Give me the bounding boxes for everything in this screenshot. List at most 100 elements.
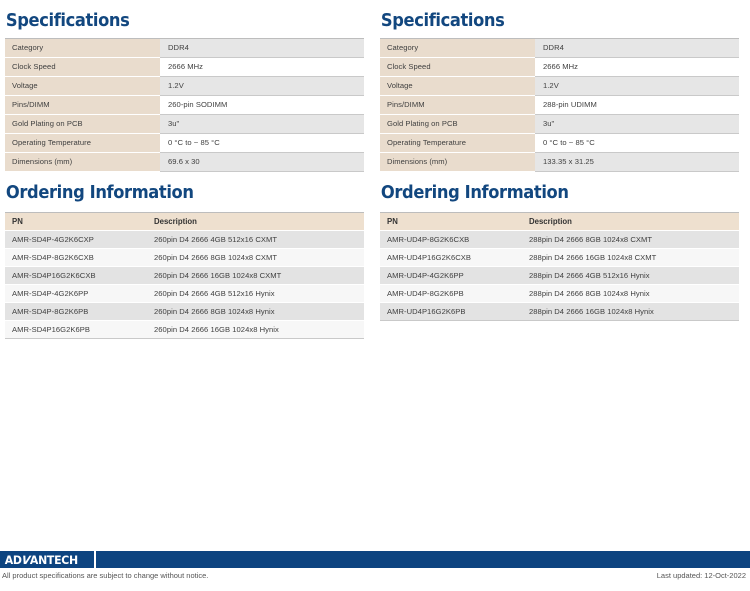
advantech-logo: ADVANTECH (0, 551, 96, 568)
spec-value: DDR4 (160, 37, 364, 58)
table-row: Gold Plating on PCB 3u" (5, 113, 364, 134)
spec-label: Pins/DIMM (5, 94, 160, 115)
datasheet-page: Specifications Category DDR4 Clock Speed… (0, 0, 750, 591)
column-header-pn: PN (5, 211, 147, 231)
part-number: AMR-UD4P16G2K6CXB (380, 248, 522, 267)
part-description: 288pin D4 2666 4GB 512x16 Hynix (522, 266, 739, 285)
spec-value: 0 °C to ~ 85 °C (160, 132, 364, 153)
table-row: Category DDR4 (5, 37, 364, 58)
table-row: AMR-UD4P-8G2K6CXB 288pin D4 2666 8GB 102… (380, 230, 739, 249)
column-header-pn: PN (380, 211, 522, 231)
logo-text-part2: ANTECH (29, 552, 78, 567)
spec-value: 260-pin SODIMM (160, 94, 364, 115)
table-header-row: PN Description (380, 211, 739, 231)
part-number: AMR-UD4P16G2K6PB (380, 302, 522, 321)
spec-label: Operating Temperature (380, 132, 535, 153)
spec-label: Gold Plating on PCB (5, 113, 160, 134)
table-row: AMR-SD4P-8G2K6PB 260pin D4 2666 8GB 1024… (5, 302, 364, 321)
spec-label: Category (380, 37, 535, 58)
spec-value: 2666 MHz (535, 56, 739, 77)
spec-value: 3u" (535, 113, 739, 134)
table-row: Dimensions (mm) 133.35 x 31.25 (380, 151, 739, 172)
logo-text-part1: AD (4, 552, 22, 567)
spec-label: Clock Speed (5, 56, 160, 77)
table-row: AMR-SD4P-4G2K6PP 260pin D4 2666 4GB 512x… (5, 284, 364, 303)
table-row: AMR-UD4P-4G2K6PP 288pin D4 2666 4GB 512x… (380, 266, 739, 285)
part-number: AMR-SD4P16G2K6CXB (5, 266, 147, 285)
spec-value: 288-pin UDIMM (535, 94, 739, 115)
spec-value: DDR4 (535, 37, 739, 58)
spec-value: 1.2V (535, 75, 739, 96)
specifications-table-right: Category DDR4 Clock Speed 2666 MHz Volta… (380, 37, 739, 172)
table-row: AMR-UD4P16G2K6CXB 288pin D4 2666 16GB 10… (380, 248, 739, 267)
part-description: 260pin D4 2666 4GB 512x16 CXMT (147, 230, 364, 249)
ordering-information-title-left: Ordering Information (5, 182, 194, 203)
part-description: 288pin D4 2666 8GB 1024x8 Hynix (522, 284, 739, 303)
part-number: AMR-SD4P-8G2K6PB (5, 302, 147, 321)
two-column-layout: Specifications Category DDR4 Clock Speed… (0, 0, 750, 339)
table-row: AMR-SD4P-4G2K6CXP 260pin D4 2666 4GB 512… (5, 230, 364, 249)
ordering-table-left: PN Description AMR-SD4P-4G2K6CXP 260pin … (5, 211, 364, 339)
spec-label: Pins/DIMM (380, 94, 535, 115)
last-updated-text: Last updated: 12-Oct-2022 (656, 571, 746, 580)
table-row: AMR-UD4P-8G2K6PB 288pin D4 2666 8GB 1024… (380, 284, 739, 303)
part-number: AMR-UD4P-8G2K6CXB (380, 230, 522, 249)
part-number: AMR-UD4P-4G2K6PP (380, 266, 522, 285)
spec-label: Category (5, 37, 160, 58)
column-header-description: Description (147, 211, 364, 231)
column-left: Specifications Category DDR4 Clock Speed… (0, 0, 375, 339)
part-description: 260pin D4 2666 8GB 1024x8 CXMT (147, 248, 364, 267)
spec-value: 2666 MHz (160, 56, 364, 77)
part-number: AMR-SD4P-4G2K6PP (5, 284, 147, 303)
part-description: 260pin D4 2666 16GB 1024x8 CXMT (147, 266, 364, 285)
specifications-title-left: Specifications (5, 11, 130, 31)
footer-blue-bar (0, 551, 750, 568)
ordering-table-right: PN Description AMR-UD4P-8G2K6CXB 288pin … (380, 211, 739, 321)
page-footer: ADVANTECH All product specifications are… (0, 551, 750, 591)
part-number: AMR-SD4P16G2K6PB (5, 320, 147, 339)
advantech-logo-text: ADVANTECH (0, 553, 78, 567)
spec-value: 3u" (160, 113, 364, 134)
table-row: AMR-SD4P16G2K6PB 260pin D4 2666 16GB 102… (5, 320, 364, 339)
table-row: AMR-SD4P-8G2K6CXB 260pin D4 2666 8GB 102… (5, 248, 364, 267)
part-description: 288pin D4 2666 16GB 1024x8 CXMT (522, 248, 739, 267)
part-description: 260pin D4 2666 4GB 512x16 Hynix (147, 284, 364, 303)
spec-label: Dimensions (mm) (5, 151, 160, 172)
spec-label: Dimensions (mm) (380, 151, 535, 172)
table-row: Voltage 1.2V (380, 75, 739, 96)
spec-value: 1.2V (160, 75, 364, 96)
table-row: Pins/DIMM 260-pin SODIMM (5, 94, 364, 115)
column-right: Specifications Category DDR4 Clock Speed… (375, 0, 750, 339)
table-row: Clock Speed 2666 MHz (380, 56, 739, 77)
specifications-title-right: Specifications (380, 11, 505, 31)
table-row: Clock Speed 2666 MHz (5, 56, 364, 77)
part-description: 260pin D4 2666 16GB 1024x8 Hynix (147, 320, 364, 339)
part-description: 288pin D4 2666 16GB 1024x8 Hynix (522, 302, 739, 321)
table-row: AMR-UD4P16G2K6PB 288pin D4 2666 16GB 102… (380, 302, 739, 321)
spec-value: 69.6 x 30 (160, 151, 364, 172)
part-description: 288pin D4 2666 8GB 1024x8 CXMT (522, 230, 739, 249)
spec-label: Voltage (380, 75, 535, 96)
table-row: Operating Temperature 0 °C to ~ 85 °C (380, 132, 739, 153)
part-number: AMR-SD4P-8G2K6CXB (5, 248, 147, 267)
part-number: AMR-UD4P-8G2K6PB (380, 284, 522, 303)
spec-label: Gold Plating on PCB (380, 113, 535, 134)
spec-label: Voltage (5, 75, 160, 96)
ordering-information-title-right: Ordering Information (380, 182, 569, 203)
specifications-table-left: Category DDR4 Clock Speed 2666 MHz Volta… (5, 37, 364, 172)
table-row: Category DDR4 (380, 37, 739, 58)
part-number: AMR-SD4P-4G2K6CXP (5, 230, 147, 249)
table-row: Gold Plating on PCB 3u" (380, 113, 739, 134)
spec-value: 0 °C to ~ 85 °C (535, 132, 739, 153)
table-row: Pins/DIMM 288-pin UDIMM (380, 94, 739, 115)
part-description: 260pin D4 2666 8GB 1024x8 Hynix (147, 302, 364, 321)
spec-value: 133.35 x 31.25 (535, 151, 739, 172)
table-row: Dimensions (mm) 69.6 x 30 (5, 151, 364, 172)
column-header-description: Description (522, 211, 739, 231)
table-header-row: PN Description (5, 211, 364, 231)
table-row: AMR-SD4P16G2K6CXB 260pin D4 2666 16GB 10… (5, 266, 364, 285)
spec-label: Operating Temperature (5, 132, 160, 153)
disclaimer-text: All product specifications are subject t… (2, 571, 209, 580)
table-row: Operating Temperature 0 °C to ~ 85 °C (5, 132, 364, 153)
table-row: Voltage 1.2V (5, 75, 364, 96)
